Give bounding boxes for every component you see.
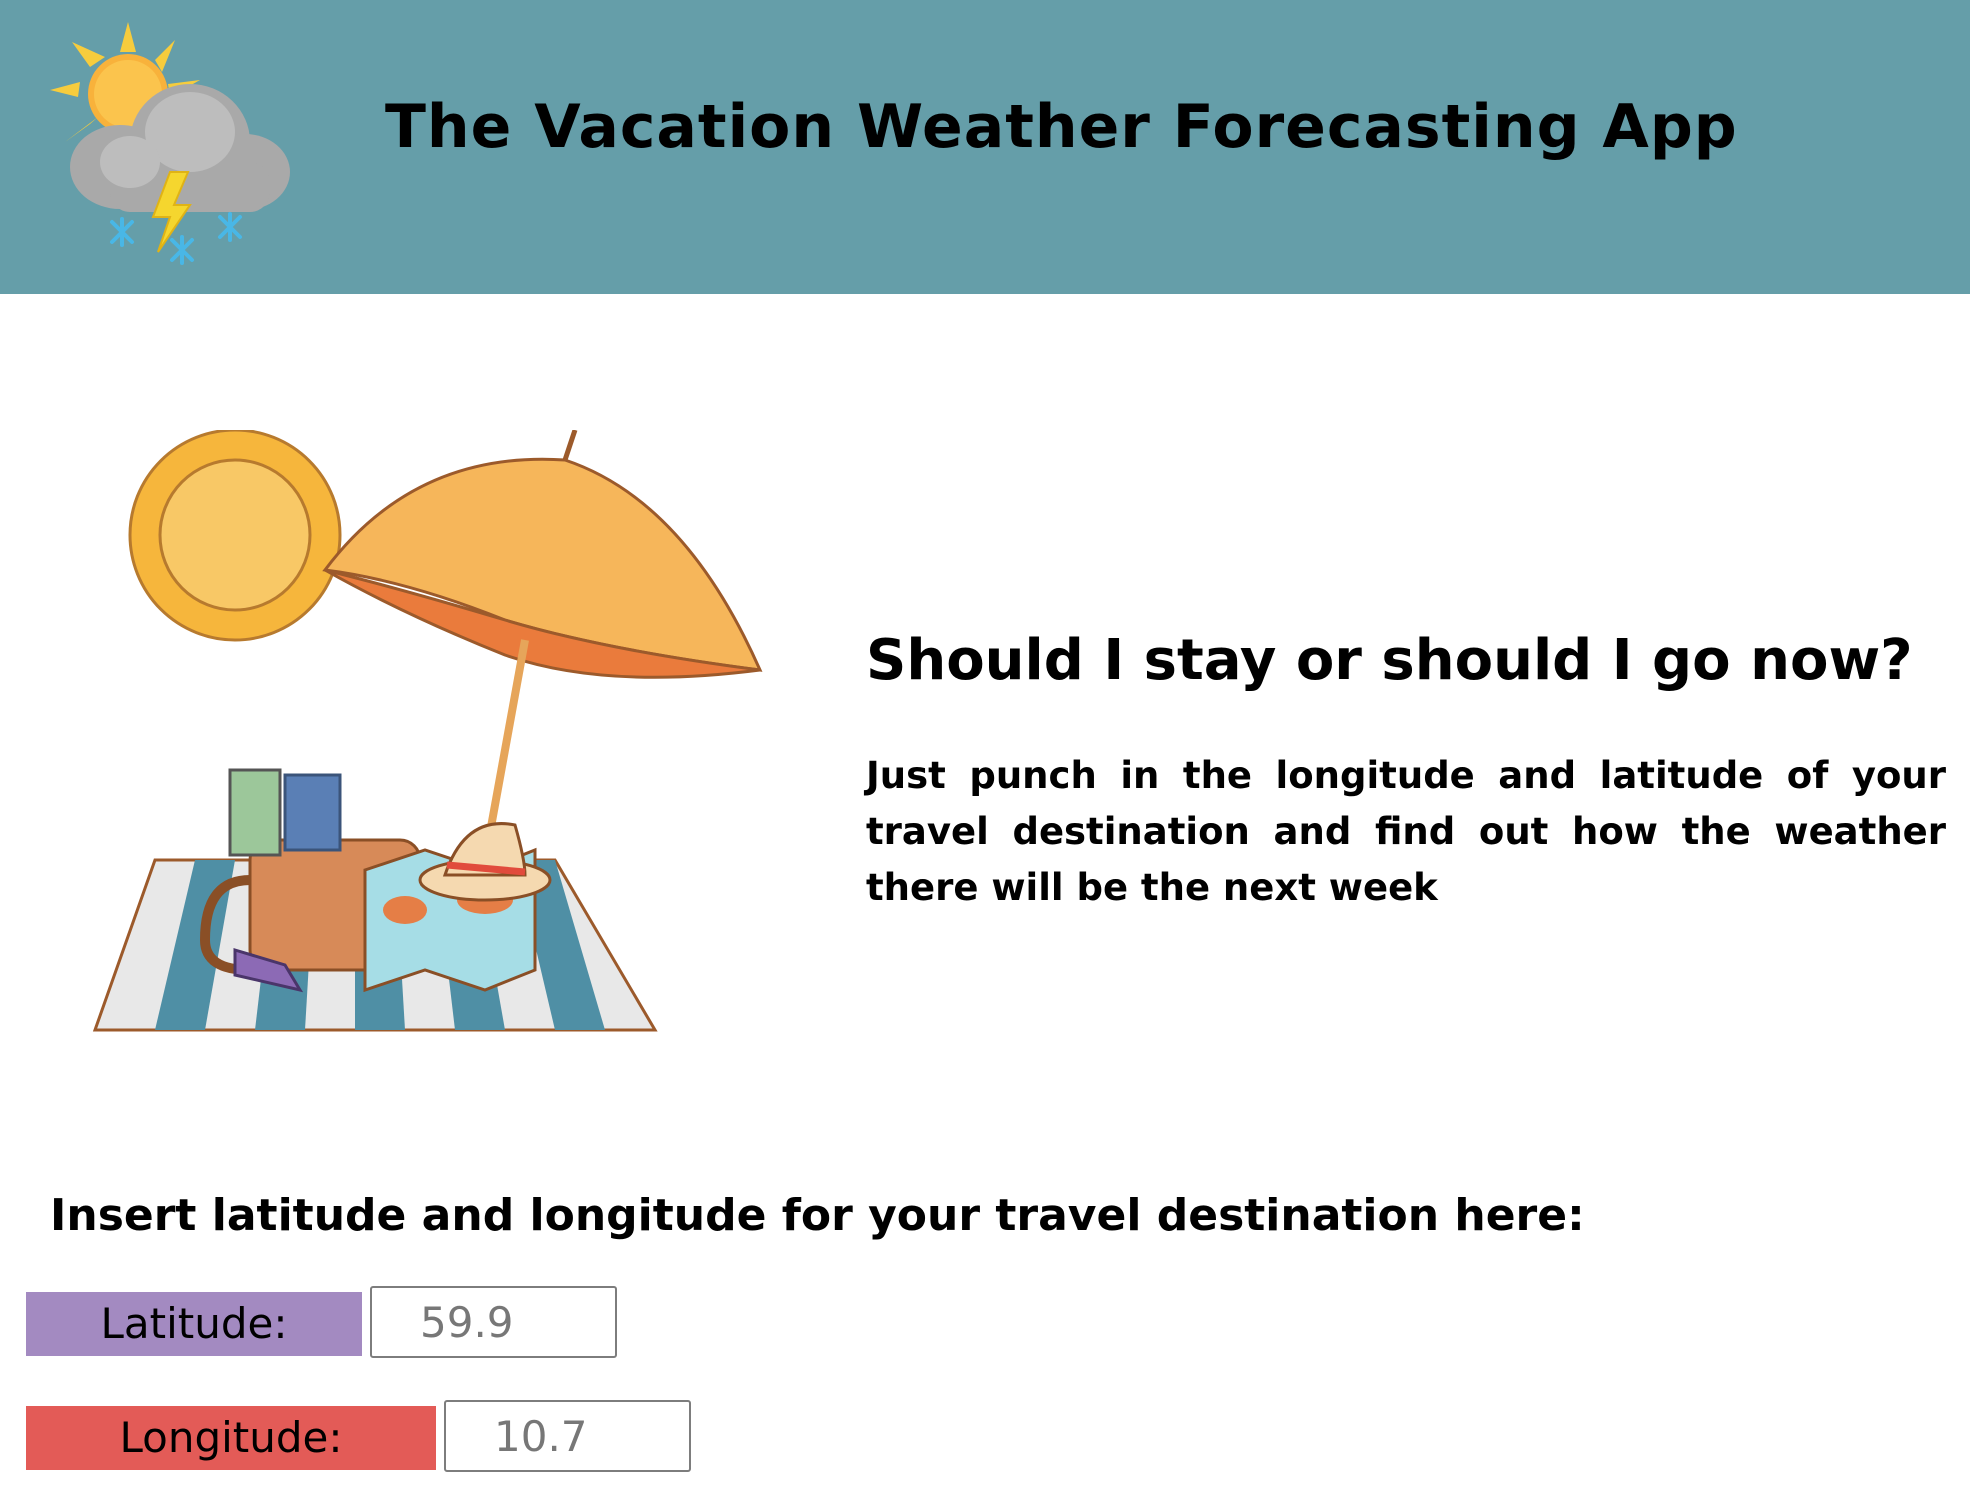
passport-icon <box>283 773 342 852</box>
app-header: The Vacation Weather Forecasting App <box>0 0 1970 294</box>
sun-cloud-lightning-snow-icon <box>50 22 290 265</box>
beach-umbrella-icon <box>322 430 763 861</box>
app-title: The Vacation Weather Forecasting App <box>385 92 1738 162</box>
hero-description: Just punch in the longitude and latitude… <box>866 754 1946 909</box>
beach-vacation-illustration <box>92 430 763 1032</box>
latitude-input[interactable] <box>370 1286 617 1358</box>
longitude-label: Longitude: <box>26 1406 436 1470</box>
longitude-input[interactable] <box>444 1400 691 1472</box>
hero-heading: Should I stay or should I go now? <box>866 628 1913 693</box>
form-heading: Insert latitude and longitude for your t… <box>50 1190 1585 1241</box>
latitude-label: Latitude: <box>26 1292 362 1356</box>
sun-icon <box>128 430 342 642</box>
phone-icon <box>228 768 282 857</box>
